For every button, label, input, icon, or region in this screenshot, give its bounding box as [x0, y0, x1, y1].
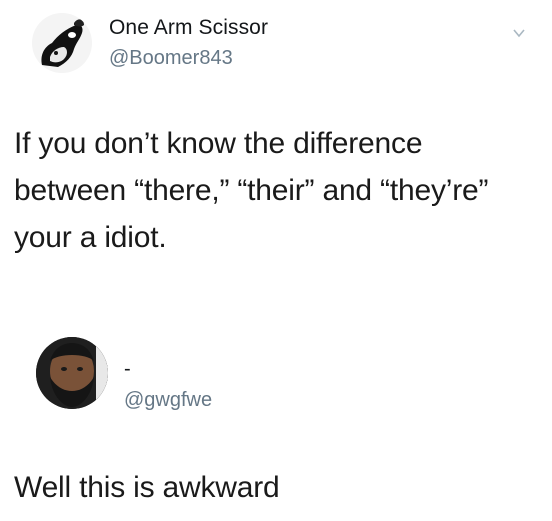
chevron-down-icon[interactable] — [512, 26, 526, 40]
tweet-text: If you don’t know the difference between… — [14, 120, 544, 261]
avatar[interactable] — [32, 13, 92, 73]
display-name[interactable]: One Arm Scissor — [109, 16, 268, 40]
avatar-face-image — [36, 337, 108, 409]
avatar-dog-image — [32, 13, 92, 73]
tweet-text-line: If you don’t know the difference — [14, 127, 423, 160]
user-handle[interactable]: @Boomer843 — [109, 47, 233, 70]
tweet-text: Well this is awkward — [14, 471, 280, 504]
tweet-text-line: your a idiot. — [14, 221, 167, 254]
avatar[interactable] — [36, 337, 108, 409]
display-name[interactable]: - — [124, 358, 131, 381]
user-handle[interactable]: @gwgfwe — [124, 389, 212, 412]
tweet-text-line: between “there,” “their” and “they’re” — [14, 174, 489, 207]
